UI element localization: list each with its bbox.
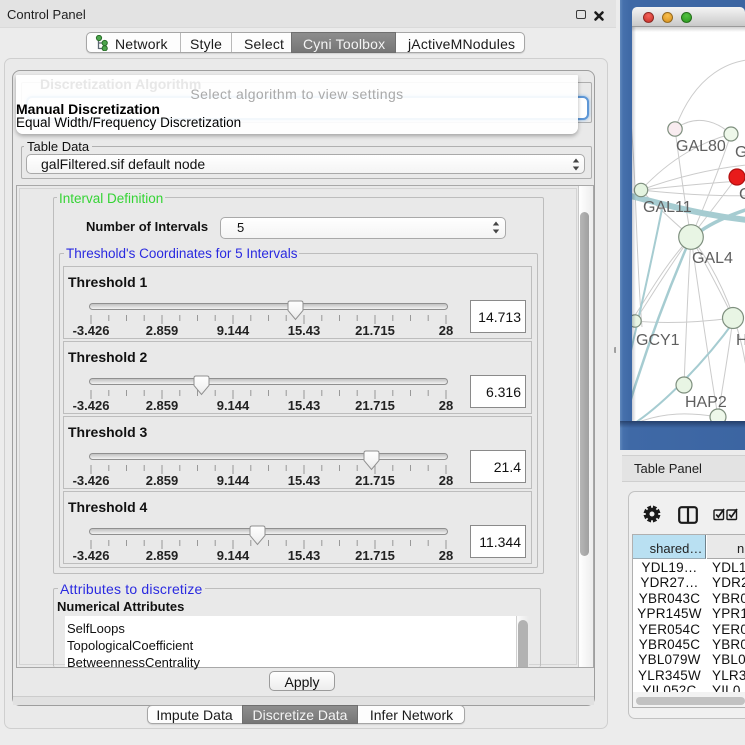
svg-text:GAL11: GAL11 xyxy=(643,199,692,216)
svg-text:GAL4: GAL4 xyxy=(692,250,733,267)
svg-text:HA: HA xyxy=(736,332,745,349)
svg-text:GAL80: GAL80 xyxy=(676,138,726,155)
svg-text:GA: GA xyxy=(735,144,745,161)
svg-text:CY: CY xyxy=(739,186,745,203)
svg-text:HAP2: HAP2 xyxy=(685,394,727,411)
svg-text:GCY1: GCY1 xyxy=(636,332,680,349)
